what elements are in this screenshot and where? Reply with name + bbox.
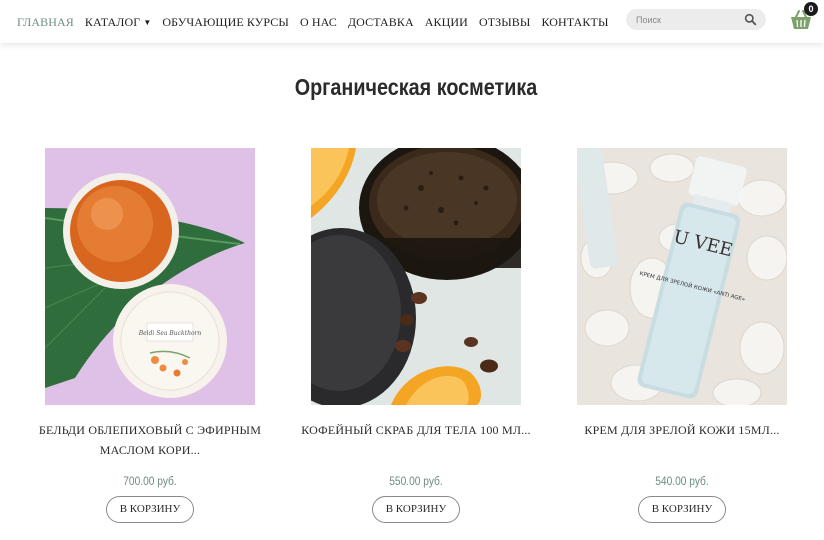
product-name[interactable]: КРЕМ ДЛЯ ЗРЕЛОЙ КОЖИ 15МЛ... bbox=[547, 420, 817, 440]
add-to-cart-button[interactable]: В КОРЗИНУ bbox=[372, 496, 460, 523]
product-name[interactable]: КОФЕЙНЫЙ СКРАБ ДЛЯ ТЕЛА 100 МЛ... bbox=[281, 420, 551, 440]
nav-item-home[interactable]: ГЛАВНАЯ bbox=[17, 15, 74, 30]
cart-count-badge: 0 bbox=[804, 2, 818, 16]
nav-item-catalog[interactable]: КАТАЛОГ ▼ bbox=[85, 15, 152, 30]
nav-item-reviews[interactable]: ОТЗЫВЫ bbox=[479, 15, 531, 30]
main-nav: ГЛАВНАЯ КАТАЛОГ ▼ ОБУЧАЮЩИЕ КУРСЫ О НАС Д… bbox=[17, 15, 609, 30]
product-card: U VEE КРЕМ ДЛЯ ЗРЕЛОЙ КОЖИ «ANTI AGE» КР… bbox=[577, 148, 787, 523]
nav-label: О НАС bbox=[299, 15, 337, 29]
nav-label: КАТАЛОГ bbox=[84, 15, 141, 29]
product-image[interactable]: Beldi Sea Buckthorn bbox=[45, 148, 255, 405]
product-name[interactable]: БЕЛЬДИ ОБЛЕПИХОВЫЙ С ЭФИРНЫМ МАСЛОМ КОРИ… bbox=[15, 420, 285, 460]
search-input[interactable] bbox=[636, 12, 740, 27]
coffee-scrub-photo bbox=[311, 148, 521, 405]
product-image[interactable]: U VEE КРЕМ ДЛЯ ЗРЕЛОЙ КОЖИ «ANTI AGE» bbox=[577, 148, 787, 405]
add-to-cart-button[interactable]: В КОРЗИНУ bbox=[638, 496, 726, 523]
product-price: 550.00 руб. bbox=[389, 474, 443, 488]
nav-item-delivery[interactable]: ДОСТАВКА bbox=[348, 15, 414, 30]
search-box bbox=[626, 9, 766, 30]
chevron-down-icon: ▼ bbox=[143, 18, 152, 27]
product-image[interactable] bbox=[311, 148, 521, 405]
product-price: 700.00 руб. bbox=[123, 474, 177, 488]
product-card: КОФЕЙНЫЙ СКРАБ ДЛЯ ТЕЛА 100 МЛ... 550.00… bbox=[301, 148, 531, 523]
product-card: Beldi Sea Buckthorn БЕЛЬДИ ОБЛЕПИХОВЫЙ С… bbox=[39, 148, 261, 523]
nav-label: ДОСТАВКА bbox=[347, 15, 414, 29]
nav-item-contacts[interactable]: КОНТАКТЫ bbox=[541, 15, 608, 30]
nav-item-courses[interactable]: ОБУЧАЮЩИЕ КУРСЫ bbox=[162, 15, 289, 30]
cream-bottle-photo: U VEE КРЕМ ДЛЯ ЗРЕЛОЙ КОЖИ «ANTI AGE» bbox=[577, 148, 787, 405]
site-header: ГЛАВНАЯ КАТАЛОГ ▼ ОБУЧАЮЩИЕ КУРСЫ О НАС Д… bbox=[0, 0, 824, 43]
jar-label-text: Beldi Sea Buckthorn bbox=[138, 330, 202, 337]
nav-label: АКЦИИ bbox=[424, 15, 468, 29]
nav-label: ГЛАВНАЯ bbox=[17, 15, 74, 29]
nav-label: ОТЗЫВЫ bbox=[478, 15, 531, 29]
product-price: 540.00 руб. bbox=[655, 474, 709, 488]
nav-label: ОБУЧАЮЩИЕ КУРСЫ bbox=[162, 15, 289, 29]
sea-buckthorn-jar-photo: Beldi Sea Buckthorn bbox=[45, 148, 255, 405]
search-icon[interactable] bbox=[744, 13, 757, 26]
nav-label: КОНТАКТЫ bbox=[541, 15, 609, 29]
add-to-cart-button[interactable]: В КОРЗИНУ bbox=[106, 496, 194, 523]
nav-item-promotions[interactable]: АКЦИИ bbox=[425, 15, 468, 30]
page-title: Органическая косметика bbox=[294, 74, 538, 100]
nav-item-about[interactable]: О НАС bbox=[300, 15, 337, 30]
